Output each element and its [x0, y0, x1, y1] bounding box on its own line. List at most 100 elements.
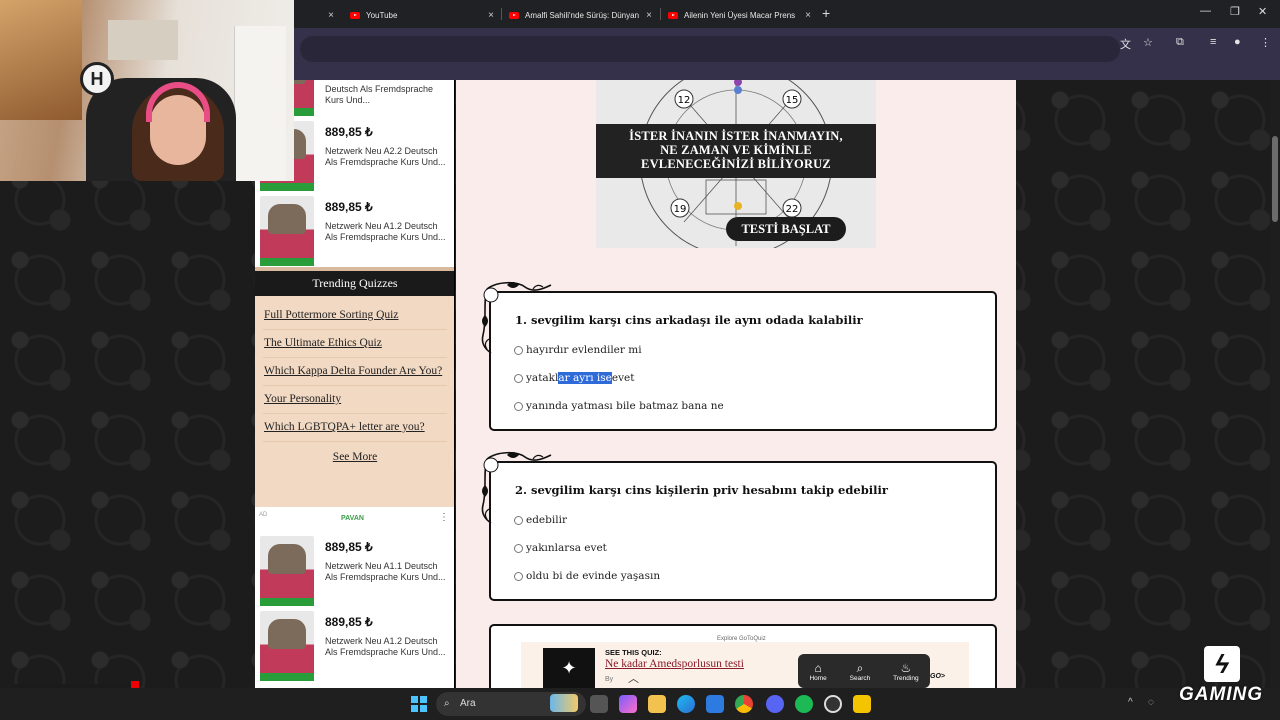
menu-kebab-icon[interactable]: ⋮ [1260, 36, 1271, 49]
ad-label: AD [259, 512, 268, 518]
radio-button[interactable] [514, 401, 523, 411]
discord-icon[interactable] [766, 695, 784, 713]
app-icon[interactable] [853, 695, 871, 713]
answer-option[interactable]: hayırdır evlendiler mi [514, 344, 642, 356]
store-icon[interactable] [706, 695, 724, 713]
close-tab-icon[interactable]: × [805, 10, 811, 21]
page-scrollbar[interactable] [1270, 80, 1280, 688]
tray-chevron-icon[interactable]: ^ [1128, 697, 1133, 708]
trending-link[interactable]: Full Pottermore Sorting Quiz [263, 302, 447, 330]
product-desc: Netzwerk Neu A1.2 Deutsch Als Fremdsprac… [325, 636, 446, 657]
trending-quizzes: Trending Quizzes Full Pottermore Sorting… [255, 267, 454, 507]
weather-widget-icon[interactable] [550, 694, 578, 712]
tab-label: Amalfi Sahili'nde Sürüş: Dünyan [525, 10, 640, 20]
explore-link[interactable]: Explore GoToQuiz [717, 636, 766, 642]
quiz-thumbnail[interactable]: ✦ [543, 648, 595, 688]
copilot-icon[interactable] [619, 695, 637, 713]
see-quiz-link[interactable]: Ne kadar Amedsporlusun testi [605, 658, 744, 670]
minimize-icon[interactable]: — [1200, 5, 1211, 17]
spotify-icon[interactable] [795, 695, 813, 713]
windows-start-icon[interactable] [411, 696, 427, 712]
webcam-overlay: H [0, 0, 294, 181]
banner-headline: İSTER İNANIN İSTER İNANMAYIN, NE ZAMAN V… [596, 124, 876, 178]
diagram-number: 22 [786, 204, 799, 215]
quiz-author: By [605, 676, 614, 683]
tab-youtube[interactable]: YouTube × [344, 4, 500, 26]
banner-line: EVLENECEĞİNİZİ BİLİYORUZ [641, 157, 831, 171]
radio-button[interactable] [514, 571, 523, 581]
product-price: 889,85 ₺ [325, 200, 373, 214]
close-tab-icon[interactable]: × [488, 10, 494, 21]
trending-link[interactable]: Your Personality [263, 386, 447, 414]
tab-label: Ailenin Yeni Üyesi Macar Prens [684, 10, 796, 20]
selected-text-highlight: ar ayrı ise [558, 372, 612, 384]
trending-link[interactable]: Which LGBTQPA+ letter are you? [263, 414, 447, 442]
scroll-thumb[interactable] [1272, 136, 1278, 222]
dock-label: Search [849, 674, 871, 682]
radio-button[interactable] [514, 543, 523, 553]
question-card: 2. sevgilim karşı cins kişilerin priv he… [481, 451, 997, 601]
radio-button[interactable] [514, 515, 523, 525]
search-icon: ⌕ [444, 698, 450, 709]
task-view-icon[interactable] [590, 695, 608, 713]
bookmark-star-icon[interactable]: ☆ [1143, 36, 1153, 49]
gaming-watermark: ϟ GAMING [1162, 640, 1280, 716]
tab-previous[interactable]: × [300, 4, 340, 26]
dock-label: Trending [893, 674, 919, 682]
watermark-word: GAMING [1178, 684, 1264, 705]
profile-icon[interactable]: ● [1234, 36, 1241, 48]
radio-button[interactable] [514, 373, 523, 383]
edge-icon[interactable] [677, 695, 695, 713]
answer-option[interactable]: yakınlarsa evet [514, 542, 607, 554]
see-quiz-label: SEE THIS QUIZ: [605, 648, 662, 657]
chrome-icon[interactable] [735, 695, 753, 713]
product-image [260, 611, 314, 681]
answer-option[interactable]: oldu bi de evinde yaşasın [514, 570, 660, 582]
product-desc: Netzwerk Neu A2.2 Deutsch Als Fremdsprac… [325, 146, 446, 167]
product-desc: Deutsch Als Fremdsprache Kurs Und... [325, 84, 434, 105]
cam-door [234, 26, 286, 181]
question-title: 2. sevgilim karşı cins kişilerin priv he… [515, 483, 888, 497]
ad-brand-logo: PAVAN [341, 515, 364, 522]
steam-icon[interactable] [824, 695, 842, 713]
dock-label: Home [809, 674, 827, 682]
answer-option[interactable]: yatakl ar ayrı ise evet [514, 372, 634, 384]
network-icon[interactable]: ◌ [1148, 697, 1154, 708]
site-dock: ⌂ Home ⌕ Search ♨ Trending [798, 654, 930, 688]
chair-logo-icon: H [80, 62, 114, 96]
new-tab-button[interactable]: + [822, 5, 830, 21]
media-icon[interactable]: ≡ [1210, 36, 1216, 48]
marriage-test-banner[interactable]: 12 15 19 22 İSTER İNANIN İSTER İNANMAYIN… [596, 80, 876, 248]
maximize-icon[interactable]: ❐ [1230, 5, 1240, 18]
radio-button[interactable] [514, 345, 523, 355]
close-window-icon[interactable]: ✕ [1258, 5, 1267, 18]
trending-link[interactable]: The Ultimate Ethics Quiz [263, 330, 447, 358]
go-badge[interactable]: GO> [930, 673, 945, 680]
ad-product[interactable]: 889,85 ₺ Netzwerk Neu A1.1 Deutsch Als F… [255, 532, 454, 607]
ad-options-icon[interactable]: ⋮ [439, 512, 449, 523]
chevron-up-icon[interactable]: ︿ [628, 670, 639, 686]
answer-option[interactable]: yanında yatması bile batmaz bana ne [514, 400, 724, 412]
ad-product[interactable]: 889,85 ₺ Netzwerk Neu A1.2 Deutsch Als F… [255, 607, 454, 682]
answer-text: yakınlarsa evet [526, 542, 607, 554]
close-tab-icon[interactable]: × [328, 10, 334, 21]
translate-icon[interactable]: 文 [1120, 36, 1131, 52]
search-icon: ⌕ [856, 660, 864, 675]
file-explorer-icon[interactable] [648, 695, 666, 713]
answer-option[interactable]: edebilir [514, 514, 567, 526]
tab-ailenin[interactable]: Ailenin Yeni Üyesi Macar Prens × [662, 4, 817, 26]
close-tab-icon[interactable]: × [646, 10, 652, 21]
product-price: 889,85 ₺ [325, 125, 373, 139]
start-test-button[interactable]: TESTİ BAŞLAT [726, 217, 846, 241]
ad-product[interactable]: 889,85 ₺ Netzwerk Neu A1.2 Deutsch Als F… [255, 192, 454, 267]
trending-link[interactable]: Which Kappa Delta Founder Are You? [263, 358, 447, 386]
dock-home[interactable]: ⌂ Home [809, 661, 826, 682]
dock-search[interactable]: ⌕ Search [850, 661, 871, 682]
dock-trending[interactable]: ♨ Trending [893, 661, 918, 682]
product-price: 889,85 ₺ [325, 615, 373, 629]
address-bar[interactable] [300, 36, 1120, 62]
tab-amalfi[interactable]: Amalfi Sahili'nde Sürüş: Dünyan × [503, 4, 658, 26]
extensions-icon[interactable]: ⧉ [1176, 36, 1184, 49]
see-more-link[interactable]: See More [255, 451, 454, 463]
quiz-content: 12 15 19 22 İSTER İNANIN İSTER İNANMAYIN… [456, 80, 1016, 688]
